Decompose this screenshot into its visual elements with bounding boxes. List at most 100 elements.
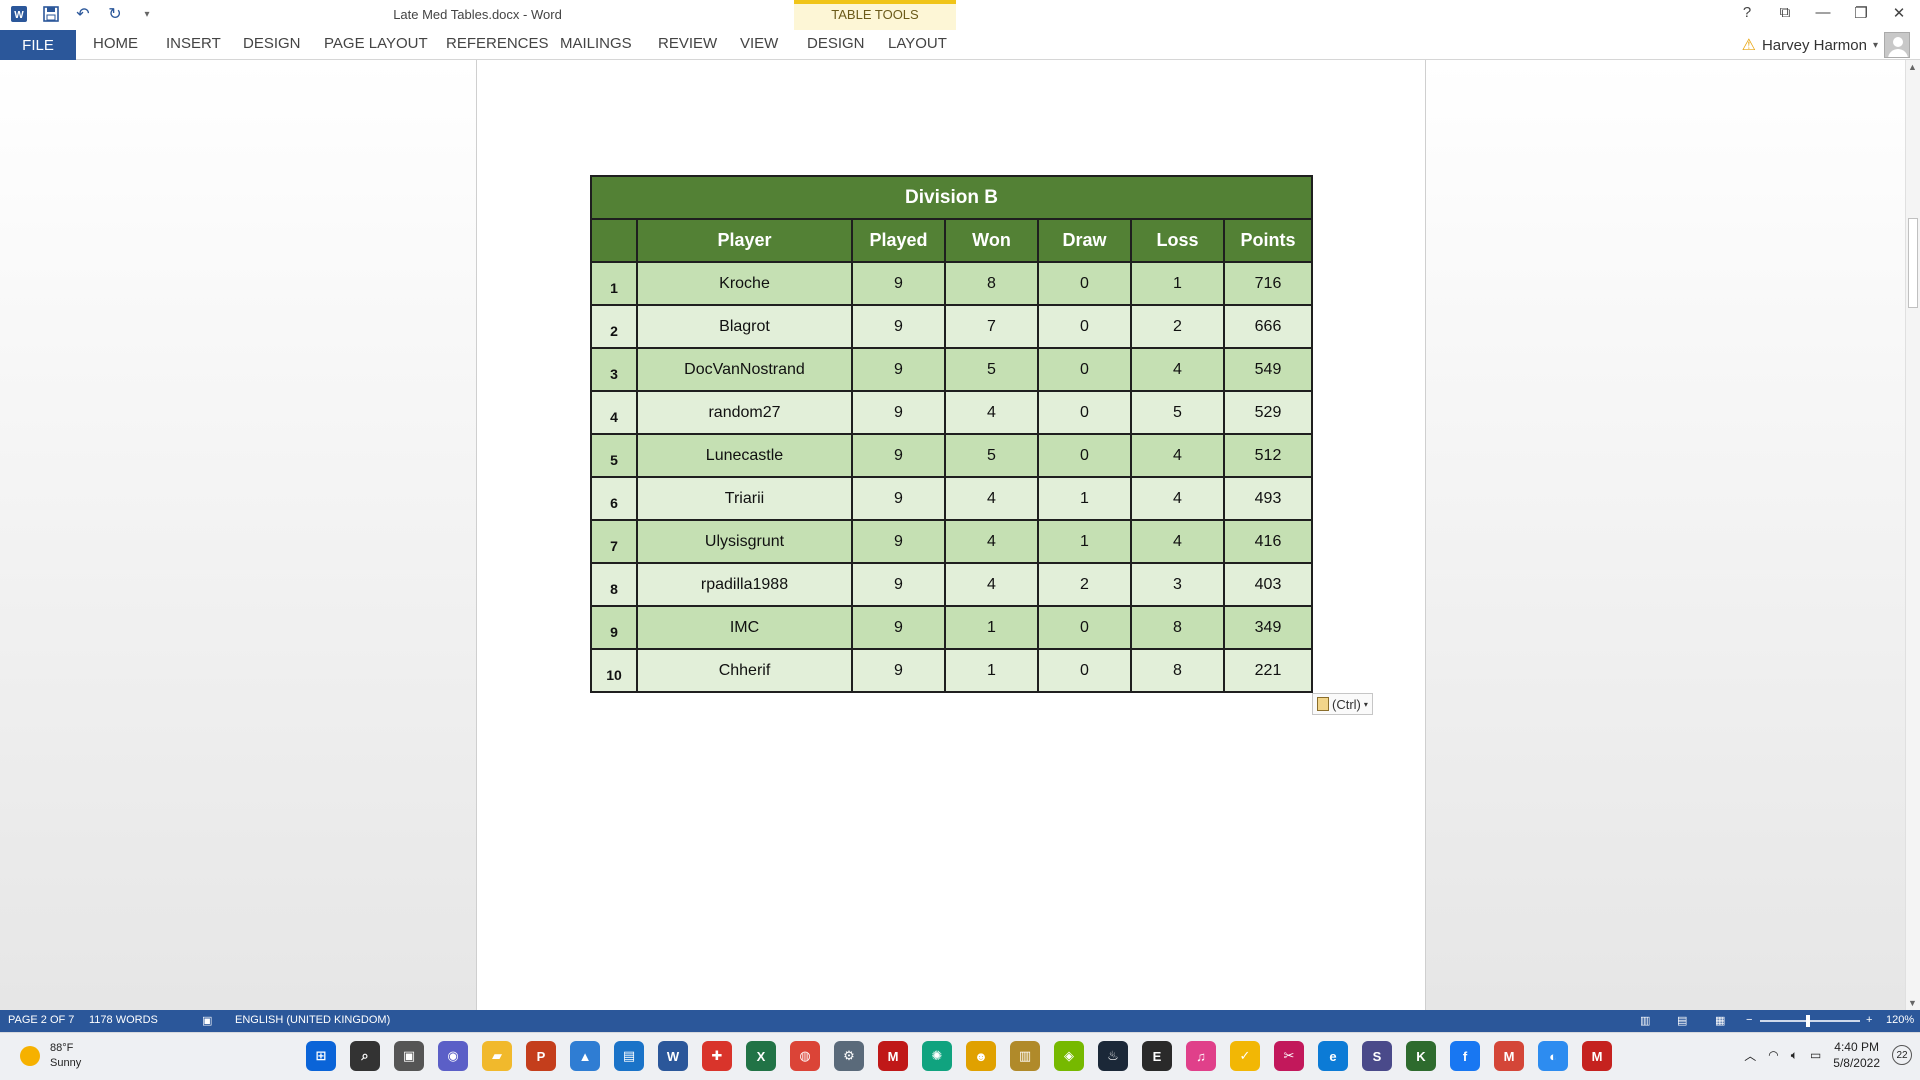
draw-cell[interactable]: 0 bbox=[1037, 648, 1132, 693]
read-mode-icon[interactable]: ▥ bbox=[1640, 1014, 1650, 1027]
proofing-icon[interactable]: ▣ bbox=[202, 1014, 212, 1027]
excel-icon[interactable]: X bbox=[746, 1041, 776, 1071]
edge-icon[interactable]: e bbox=[1318, 1041, 1348, 1071]
won-cell[interactable]: 1 bbox=[944, 648, 1039, 693]
loss-cell[interactable]: 2 bbox=[1130, 304, 1225, 349]
gmail-2-icon[interactable]: M bbox=[1582, 1041, 1612, 1071]
points-cell[interactable]: 549 bbox=[1223, 347, 1313, 392]
played-cell[interactable]: 9 bbox=[851, 648, 946, 693]
chrome-icon[interactable]: ◍ bbox=[790, 1041, 820, 1071]
player-cell[interactable]: IMC bbox=[636, 605, 853, 650]
rank-cell[interactable]: 4 bbox=[590, 390, 638, 435]
notes-icon[interactable]: ▥ bbox=[1010, 1041, 1040, 1071]
wifi-icon[interactable]: ◠ bbox=[1768, 1048, 1778, 1062]
ribbon-display-icon[interactable]: ⧉ bbox=[1776, 4, 1794, 22]
division-table[interactable]: Division B Player Played Won Draw Loss P… bbox=[590, 175, 1313, 693]
word-count[interactable]: 1178 WORDS bbox=[89, 1014, 158, 1026]
photos-icon[interactable]: ▲ bbox=[570, 1041, 600, 1071]
tab-references[interactable]: REFERENCES bbox=[446, 35, 549, 52]
app-k-icon[interactable]: K bbox=[1406, 1041, 1436, 1071]
draw-cell[interactable]: 2 bbox=[1037, 562, 1132, 607]
played-cell[interactable]: 9 bbox=[851, 304, 946, 349]
battery-icon[interactable]: ▭ bbox=[1810, 1048, 1821, 1062]
rank-cell[interactable]: 2 bbox=[590, 304, 638, 349]
draw-cell[interactable]: 0 bbox=[1037, 347, 1132, 392]
gmail-icon[interactable]: M bbox=[1494, 1041, 1524, 1071]
minimize-icon[interactable]: — bbox=[1814, 4, 1832, 22]
loss-cell[interactable]: 5 bbox=[1130, 390, 1225, 435]
player-cell[interactable]: random27 bbox=[636, 390, 853, 435]
won-cell[interactable]: 8 bbox=[944, 261, 1039, 306]
rank-cell[interactable]: 1 bbox=[590, 261, 638, 306]
zoom-slider[interactable] bbox=[1760, 1020, 1860, 1022]
rank-cell[interactable]: 7 bbox=[590, 519, 638, 564]
rank-cell[interactable]: 8 bbox=[590, 562, 638, 607]
chatgpt-icon[interactable]: ✺ bbox=[922, 1041, 952, 1071]
clock[interactable]: 4:40 PM 5/8/2022 bbox=[1833, 1039, 1880, 1071]
rank-cell[interactable]: 9 bbox=[590, 605, 638, 650]
loss-cell[interactable]: 4 bbox=[1130, 433, 1225, 478]
tab-table-design[interactable]: DESIGN bbox=[807, 35, 865, 52]
zoom-out-button[interactable]: − bbox=[1746, 1014, 1752, 1026]
played-cell[interactable]: 9 bbox=[851, 347, 946, 392]
loss-cell[interactable]: 4 bbox=[1130, 347, 1225, 392]
player-cell[interactable]: Chherif bbox=[636, 648, 853, 693]
scroll-down-icon[interactable]: ▼ bbox=[1908, 998, 1917, 1008]
language-indicator[interactable]: ENGLISH (UNITED KINGDOM) bbox=[235, 1014, 390, 1026]
player-cell[interactable]: Lunecastle bbox=[636, 433, 853, 478]
volume-icon[interactable]: 🔈︎ bbox=[1791, 1048, 1798, 1063]
loss-cell[interactable]: 3 bbox=[1130, 562, 1225, 607]
draw-cell[interactable]: 0 bbox=[1037, 605, 1132, 650]
file-explorer-icon[interactable]: ▰ bbox=[482, 1041, 512, 1071]
help-icon[interactable]: ? bbox=[1738, 4, 1756, 22]
player-cell[interactable]: Ulysisgrunt bbox=[636, 519, 853, 564]
played-cell[interactable]: 9 bbox=[851, 433, 946, 478]
draw-cell[interactable]: 0 bbox=[1037, 390, 1132, 435]
player-cell[interactable]: Triarii bbox=[636, 476, 853, 521]
tab-view[interactable]: VIEW bbox=[740, 35, 778, 52]
points-cell[interactable]: 493 bbox=[1223, 476, 1313, 521]
points-cell[interactable]: 221 bbox=[1223, 648, 1313, 693]
powerpoint-icon[interactable]: P bbox=[526, 1041, 556, 1071]
loss-cell[interactable]: 1 bbox=[1130, 261, 1225, 306]
won-cell[interactable]: 1 bbox=[944, 605, 1039, 650]
player-cell[interactable]: Kroche bbox=[636, 261, 853, 306]
tab-insert[interactable]: INSERT bbox=[166, 35, 221, 52]
loss-cell[interactable]: 4 bbox=[1130, 476, 1225, 521]
won-cell[interactable]: 4 bbox=[944, 390, 1039, 435]
zoom-level[interactable]: 120% bbox=[1886, 1014, 1914, 1026]
loss-cell[interactable]: 8 bbox=[1130, 648, 1225, 693]
notification-badge[interactable]: 22 bbox=[1892, 1045, 1912, 1065]
bulb-icon[interactable]: ◐ bbox=[1538, 1041, 1568, 1071]
loss-cell[interactable]: 4 bbox=[1130, 519, 1225, 564]
draw-cell[interactable]: 0 bbox=[1037, 261, 1132, 306]
chevron-up-icon[interactable]: ︿ bbox=[1744, 1047, 1756, 1064]
weather-widget[interactable]: 88°F Sunny bbox=[20, 1041, 81, 1071]
player-cell[interactable]: DocVanNostrand bbox=[636, 347, 853, 392]
user-account[interactable]: ⚠ Harvey Harmon ▾ bbox=[1742, 30, 1910, 60]
word-icon[interactable]: W bbox=[658, 1041, 688, 1071]
rank-cell[interactable]: 3 bbox=[590, 347, 638, 392]
zoom-in-button[interactable]: + bbox=[1866, 1014, 1872, 1026]
scroll-thumb[interactable] bbox=[1908, 218, 1918, 308]
won-cell[interactable]: 5 bbox=[944, 433, 1039, 478]
played-cell[interactable]: 9 bbox=[851, 390, 946, 435]
game-icon[interactable]: ☻ bbox=[966, 1041, 996, 1071]
zoom-slider-thumb[interactable] bbox=[1806, 1015, 1810, 1027]
draw-cell[interactable]: 1 bbox=[1037, 519, 1132, 564]
loss-cell[interactable]: 8 bbox=[1130, 605, 1225, 650]
points-cell[interactable]: 416 bbox=[1223, 519, 1313, 564]
points-cell[interactable]: 403 bbox=[1223, 562, 1313, 607]
search-icon[interactable]: ⌕ bbox=[350, 1041, 380, 1071]
won-cell[interactable]: 4 bbox=[944, 519, 1039, 564]
played-cell[interactable]: 9 bbox=[851, 261, 946, 306]
played-cell[interactable]: 9 bbox=[851, 562, 946, 607]
played-cell[interactable]: 9 bbox=[851, 605, 946, 650]
nvidia-icon[interactable]: ◈ bbox=[1054, 1041, 1084, 1071]
itunes-icon[interactable]: ♫ bbox=[1186, 1041, 1216, 1071]
gift-icon[interactable]: ✚ bbox=[702, 1041, 732, 1071]
points-cell[interactable]: 529 bbox=[1223, 390, 1313, 435]
player-cell[interactable]: rpadilla1988 bbox=[636, 562, 853, 607]
draw-cell[interactable]: 1 bbox=[1037, 476, 1132, 521]
draw-cell[interactable]: 0 bbox=[1037, 304, 1132, 349]
